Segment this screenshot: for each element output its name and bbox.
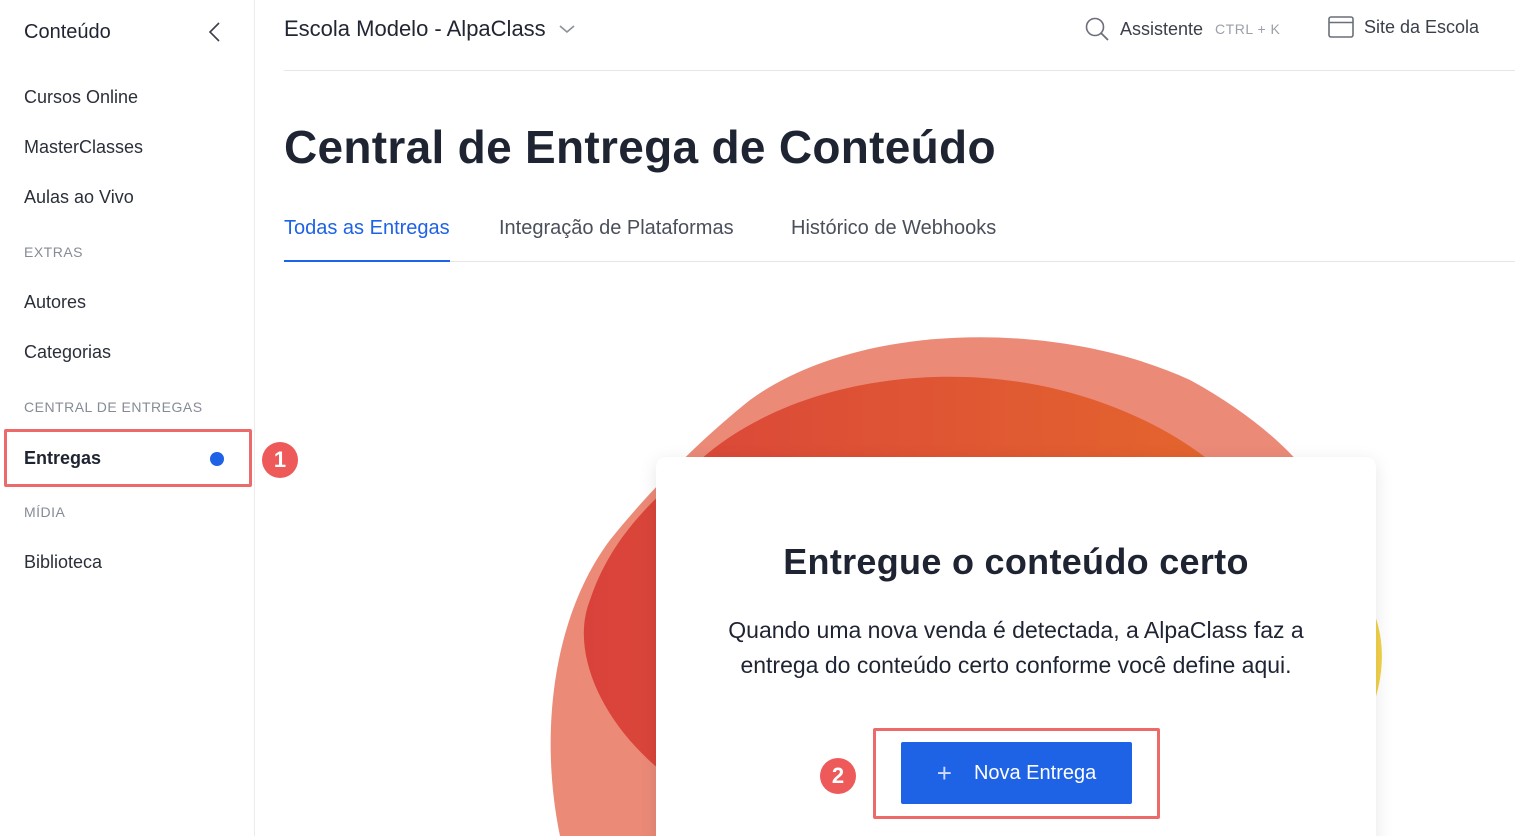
sidebar-item-entregas[interactable]: Entregas	[4, 429, 252, 487]
school-site-label: Site da Escola	[1364, 16, 1480, 37]
sidebar-header: Conteúdo	[24, 20, 224, 44]
step-badge-2: 2	[820, 758, 856, 794]
school-name: Escola Modelo - AlpaClass	[284, 16, 546, 41]
sidebar-item-cursos-online[interactable]: Cursos Online	[24, 85, 138, 109]
sidebar-item-biblioteca[interactable]: Biblioteca	[24, 550, 102, 574]
empty-state-title: Entregue o conteúdo certo	[783, 541, 1249, 582]
sidebar-item-masterclasses[interactable]: MasterClasses	[24, 135, 143, 159]
sidebar-section-midia: MÍDIA	[24, 504, 66, 520]
assistant-label: Assistente	[1120, 18, 1204, 39]
tab-integracao-de-plataformas[interactable]: Integração de Plataformas	[499, 217, 734, 262]
assistant-button[interactable]: Assistente CTRL + K	[1084, 16, 1280, 42]
new-delivery-button[interactable]: + Nova Entrega	[901, 742, 1132, 804]
browser-window-icon	[1328, 16, 1354, 38]
tab-historico-de-webhooks[interactable]: Histórico de Webhooks	[791, 217, 996, 262]
sidebar-section-extras: EXTRAS	[24, 244, 84, 260]
search-icon	[1085, 17, 1109, 41]
assistant-shortcut: CTRL + K	[1215, 21, 1281, 37]
sidebar-title: Conteúdo	[24, 20, 111, 43]
sidebar-item-entregas-label: Entregas	[24, 447, 102, 468]
sidebar-item-categorias[interactable]: Categorias	[24, 340, 111, 364]
new-delivery-button-label: Nova Entrega	[973, 761, 1097, 784]
sidebar-item-autores[interactable]: Autores	[24, 290, 86, 314]
step-badge-1: 1	[262, 442, 298, 478]
school-site-link[interactable]: Site da Escola	[1328, 16, 1479, 38]
sidebar-section-central-de-entregas: CENTRAL DE ENTREGAS	[24, 399, 203, 415]
sidebar: Conteúdo Cursos Online MasterClasses Aul…	[0, 0, 255, 836]
sidebar-item-aulas-ao-vivo[interactable]: Aulas ao Vivo	[24, 185, 134, 209]
active-indicator-dot	[210, 452, 224, 466]
empty-state-description: Quando uma nova venda é detectada, a Alp…	[728, 617, 1304, 678]
page-title: Central de Entrega de Conteúdo	[284, 121, 996, 173]
plus-icon: +	[936, 758, 952, 788]
chevron-down-icon	[559, 25, 575, 34]
chevron-left-icon	[208, 22, 220, 42]
tab-todas-as-entregas[interactable]: Todas as Entregas	[284, 217, 450, 262]
school-selector[interactable]: Escola Modelo - AlpaClass	[284, 16, 576, 42]
collapse-sidebar-button[interactable]	[204, 20, 224, 44]
tab-bar: Todas as Entregas Integração de Platafor…	[284, 212, 1515, 262]
top-bar: Escola Modelo - AlpaClass Assistente CTR…	[284, 0, 1515, 71]
